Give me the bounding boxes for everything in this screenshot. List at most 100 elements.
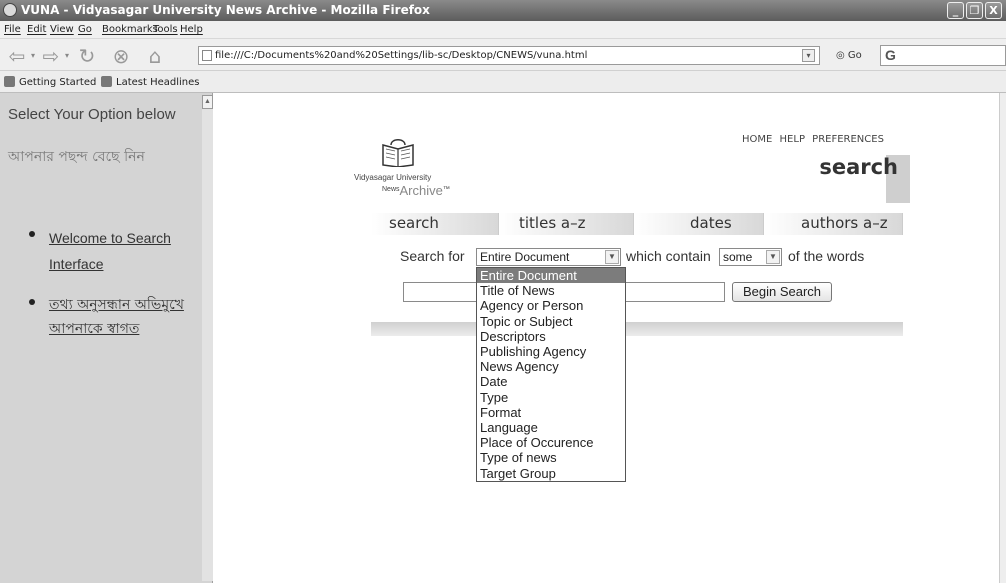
page-icon (202, 50, 212, 61)
address-bar[interactable]: file:///C:/Documents%20and%20Settings/li… (198, 46, 820, 65)
menu-help[interactable]: Help (180, 24, 203, 35)
dropdown-option[interactable]: Agency or Person (477, 298, 625, 313)
reload-icon[interactable]: ↻ (76, 45, 98, 67)
tab-dates[interactable]: dates (634, 213, 764, 235)
menu-edit[interactable]: Edit (27, 24, 46, 35)
logo-archive-text: NewsArchive™ (382, 183, 450, 198)
which-contain-label: which contain (626, 248, 711, 264)
maximize-button[interactable]: ❐ (966, 2, 983, 19)
menu-file[interactable]: File (4, 24, 21, 35)
dropdown-option[interactable]: Place of Occurence (477, 435, 625, 450)
minimize-button[interactable]: _ (947, 2, 964, 19)
tab-label: search (389, 214, 439, 232)
url-dropdown-icon[interactable]: ▾ (802, 49, 815, 62)
tab-label: authors a–z (801, 214, 888, 232)
help-link[interactable]: HELP (780, 134, 805, 145)
logo-tm: ™ (442, 186, 450, 193)
dropdown-option[interactable]: Title of News (477, 283, 625, 298)
mode-select-value: some (723, 250, 753, 264)
chevron-down-icon[interactable]: ▼ (766, 250, 780, 264)
home-icon[interactable]: ⌂ (144, 45, 166, 67)
bookmark-getting-started[interactable]: Getting Started (4, 76, 96, 88)
vuna-logo: Vidyasagar University NewsArchive™ (354, 137, 464, 198)
dropdown-option[interactable]: News Agency (477, 359, 625, 374)
window-titlebar: VUNA - Vidyasagar University News Archiv… (0, 0, 1006, 21)
back-icon[interactable]: ⇦ (6, 45, 28, 67)
left-navigation-frame: Select Your Option below আপনার পছন্দ বেছ… (0, 93, 213, 583)
right-scrollbar[interactable] (999, 93, 1006, 583)
tab-authors[interactable]: authors a–z (764, 213, 903, 235)
dropdown-option[interactable]: Date (477, 374, 625, 389)
dropdown-option[interactable]: Format (477, 405, 625, 420)
field-select-value: Entire Document (480, 250, 570, 264)
which-contain-text: which contain (626, 248, 711, 264)
list-item: Welcome to Search Interface (27, 225, 197, 277)
chevron-down-icon[interactable]: ▼ (605, 250, 619, 264)
list-item: তথ্য অনুসন্ধান অভিমুখে আপনাকে স্বাগত (27, 293, 197, 341)
mode-select[interactable]: some ▼ (719, 248, 782, 266)
begin-search-button[interactable]: Begin Search (732, 282, 832, 302)
bookmarks-toolbar: Getting Started Latest Headlines (0, 71, 1006, 93)
menu-bookmarks[interactable]: Bookmarks (102, 24, 158, 35)
preferences-link[interactable]: PREFERENCES (812, 134, 884, 145)
menu-tools[interactable]: Tools (153, 24, 178, 35)
forward-dropdown-icon[interactable]: ▾ (65, 51, 69, 60)
google-logo-icon: G (885, 47, 896, 63)
page-title: search (794, 155, 910, 205)
menu-go[interactable]: Go (78, 24, 92, 35)
logo-archive: Archive (399, 183, 443, 198)
dropdown-option[interactable]: Entire Document (477, 268, 625, 284)
tab-label: dates (690, 214, 732, 232)
go-label: Go (847, 50, 862, 61)
window-title: VUNA - Vidyasagar University News Archiv… (21, 3, 430, 17)
search-for-label: Search for (400, 248, 465, 264)
field-dropdown-list: Entire Document Title of News Agency or Pe… (476, 267, 626, 482)
close-button[interactable]: X (985, 2, 1002, 19)
dropdown-option[interactable]: Target Group (477, 466, 625, 481)
search-options-row: Search for (400, 248, 465, 264)
dropdown-option[interactable]: Topic or Subject (477, 314, 625, 329)
menu-view[interactable]: View (50, 24, 74, 35)
go-button[interactable]: ◎ Go (836, 50, 862, 61)
search-frame: Vidyasagar University NewsArchive™ HOME … (214, 93, 1006, 583)
tab-search[interactable]: search (371, 213, 499, 235)
dropdown-option[interactable]: Descriptors (477, 329, 625, 344)
dropdown-option[interactable]: Type (477, 390, 625, 405)
navigation-toolbar: ⇦ ▾ ⇨ ▾ ↻ ⊗ ⌂ file:///C:/Documents%20and… (0, 39, 1006, 71)
bullet-icon (29, 231, 35, 237)
bookmark-label: Latest Headlines (116, 77, 200, 88)
home-link[interactable]: HOME (742, 134, 772, 145)
welcome-link[interactable]: Welcome to Search Interface (49, 230, 171, 272)
tab-label: titles a–z (519, 214, 586, 232)
divider-bar (371, 322, 903, 336)
of-the-words-text: of the words (788, 248, 864, 264)
welcome-link-bengali[interactable]: তথ্য অনুসন্ধান অভিমুখে আপনাকে স্বাগত (49, 297, 184, 337)
left-heading: Select Your Option below (8, 106, 176, 123)
book-logo-icon (382, 139, 414, 167)
stop-icon[interactable]: ⊗ (110, 45, 132, 67)
firefox-bookmark-icon (4, 76, 15, 87)
page-title-text: search (819, 155, 898, 179)
back-dropdown-icon[interactable]: ▾ (31, 51, 35, 60)
dropdown-option[interactable]: Type of news (477, 450, 625, 465)
left-heading-bengali: আপনার পছন্দ বেছে নিন (8, 149, 145, 165)
scroll-up-icon[interactable]: ▲ (202, 95, 213, 109)
left-option-list: Welcome to Search Interface তথ্য অনুসন্ধ… (27, 225, 197, 357)
dropdown-option[interactable]: Publishing Agency (477, 344, 625, 359)
tab-bar: search titles a–z dates authors a–z (371, 213, 903, 235)
field-select[interactable]: Entire Document ▼ (476, 248, 621, 266)
bookmark-latest-headlines[interactable]: Latest Headlines (101, 76, 200, 88)
bullet-icon (29, 299, 35, 305)
firefox-icon (3, 3, 17, 17)
forward-icon[interactable]: ⇨ (40, 45, 62, 67)
logo-news: News (382, 186, 400, 193)
tab-titles[interactable]: titles a–z (499, 213, 634, 235)
web-search-box[interactable]: G (880, 45, 1006, 66)
dropdown-option[interactable]: Language (477, 420, 625, 435)
bookmark-label: Getting Started (19, 77, 97, 88)
left-scrollbar[interactable]: ▲ (202, 95, 213, 581)
of-the-words-label: of the words (788, 248, 865, 264)
menu-bar: File Edit View Go Bookmarks Tools Help (0, 21, 1006, 39)
top-links: HOME HELP PREFERENCES (742, 134, 888, 145)
rss-icon (101, 76, 112, 87)
